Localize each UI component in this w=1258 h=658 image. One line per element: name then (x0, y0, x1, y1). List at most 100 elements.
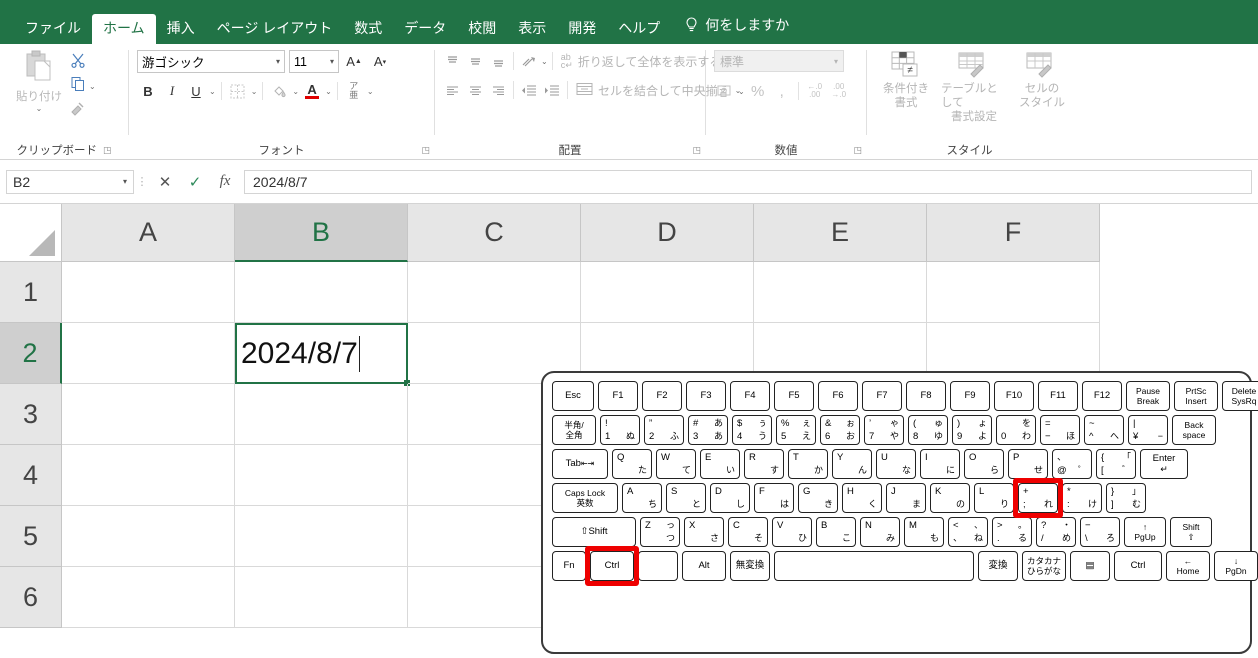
key-⇧shift[interactable]: ⇧Shift (552, 517, 636, 547)
italic-button[interactable]: I (161, 80, 183, 102)
row-header-1[interactable]: 1 (0, 262, 62, 323)
key-i-に[interactable]: Iに (920, 449, 960, 479)
key-t-か[interactable]: Tか (788, 449, 828, 479)
key-p-せ[interactable]: Pせ (1008, 449, 1048, 479)
key-0-わ[interactable]: 0をわ (996, 415, 1036, 445)
key-f9[interactable]: F9 (950, 381, 990, 411)
key-m-も[interactable]: Mも (904, 517, 944, 547)
key-&-6-お[interactable]: &6ぉお (820, 415, 860, 445)
confirm-entry-button[interactable]: ✓ (180, 170, 210, 194)
key-”-2-ふ[interactable]: ”2ふ (644, 415, 684, 445)
key-f1[interactable]: F1 (598, 381, 638, 411)
key-prtsc-insert[interactable]: PrtScInsert (1174, 381, 1218, 411)
key-d-し[interactable]: Dし (710, 483, 750, 513)
wrap-text-button[interactable]: abc↵ 折り返して全体を表示する (561, 53, 722, 70)
align-left-button[interactable] (441, 79, 463, 101)
key-#-3-あ[interactable]: #3ああ (688, 415, 728, 445)
key-?-/-め[interactable]: ?/・め (1036, 517, 1076, 547)
tab-home[interactable]: ホーム (92, 14, 156, 44)
key-w-て[interactable]: Wて (656, 449, 696, 479)
key->-.-る[interactable]: >.。る (992, 517, 1032, 547)
key-無変換[interactable]: 無変換 (730, 551, 770, 581)
key-~-^-へ[interactable]: ~^へ (1084, 415, 1124, 445)
key-変換[interactable]: 変換 (978, 551, 1018, 581)
font-name-combobox[interactable]: 游ゴシック ▾ (137, 50, 285, 73)
key-esc[interactable]: Esc (552, 381, 594, 411)
number-format-chevron-down-icon[interactable]: ▾ (834, 57, 838, 66)
align-bottom-button[interactable] (487, 50, 509, 72)
decrease-font-size-button[interactable]: A▾ (369, 51, 391, 73)
insert-function-button[interactable]: fx (210, 170, 240, 194)
key-y-ん[interactable]: Yん (832, 449, 872, 479)
tab-data[interactable]: データ (393, 14, 457, 44)
key-=-−-ほ[interactable]: =−ほ (1040, 415, 1080, 445)
cell-a4[interactable] (62, 445, 235, 506)
key-f6[interactable]: F6 (818, 381, 858, 411)
key-ctrl[interactable]: Ctrl (1114, 551, 1162, 581)
alignment-dialog-launcher[interactable]: ◳ (692, 145, 701, 156)
tell-me-box[interactable]: 何をしますか (671, 8, 799, 44)
cell-b5[interactable] (235, 506, 408, 567)
cell-b3[interactable] (235, 384, 408, 445)
key-k-の[interactable]: Kの (930, 483, 970, 513)
tab-view[interactable]: 表示 (507, 14, 557, 44)
tab-formulas[interactable]: 数式 (343, 14, 393, 44)
row-header-2[interactable]: 2 (0, 323, 62, 384)
key-’-7-や[interactable]: ’7ゃや (864, 415, 904, 445)
cell-a5[interactable] (62, 506, 235, 567)
copy-button[interactable]: ⌄ (70, 76, 96, 97)
key-|-¥-−[interactable]: |¥− (1128, 415, 1168, 445)
comma-style-button[interactable]: , (771, 80, 793, 102)
cell-a6[interactable] (62, 567, 235, 628)
underline-button[interactable]: U (185, 80, 207, 102)
key-f5[interactable]: F5 (774, 381, 814, 411)
row-header-4[interactable]: 4 (0, 445, 62, 506)
fill-color-button[interactable] (268, 80, 290, 102)
percent-style-button[interactable]: % (747, 80, 769, 102)
key-%-5-え[interactable]: %5ぇえ (776, 415, 816, 445)
key-e-い[interactable]: Eい (700, 449, 740, 479)
bold-button[interactable]: B (137, 80, 159, 102)
row-header-3[interactable]: 3 (0, 384, 62, 445)
key-f8[interactable]: F8 (906, 381, 946, 411)
orientation-button[interactable] (518, 50, 540, 72)
key-shift-⇧[interactable]: Shift⇧ (1170, 517, 1212, 547)
key-q-た[interactable]: Qた (612, 449, 652, 479)
key-blank[interactable] (638, 551, 678, 581)
column-header-d[interactable]: D (581, 204, 754, 262)
key-fn[interactable]: Fn (552, 551, 586, 581)
key-tab[interactable]: Tab⇤⇥ (552, 449, 608, 479)
key-*-:-け[interactable]: *:け (1062, 483, 1102, 513)
key-(-8-ゆ[interactable]: (8ゅゆ (908, 415, 948, 445)
cell-b1[interactable] (235, 262, 408, 323)
font-color-chevron-down-icon[interactable]: ⌄ (325, 87, 332, 96)
key-v-ひ[interactable]: Vひ (772, 517, 812, 547)
key-←-home[interactable]: ←Home (1166, 551, 1210, 581)
cell-a1[interactable] (62, 262, 235, 323)
font-name-chevron-down-icon[interactable]: ▾ (276, 57, 280, 66)
key-+-;-れ[interactable]: +;れ (1018, 483, 1058, 513)
key-n-み[interactable]: Nみ (860, 517, 900, 547)
borders-button[interactable] (227, 80, 249, 102)
cell-c1[interactable] (408, 262, 581, 323)
cancel-entry-button[interactable]: ✕ (150, 170, 180, 194)
key-)-9-よ[interactable]: )9ょよ (952, 415, 992, 445)
key-delete-sysrq[interactable]: DeleteSysRq (1222, 381, 1258, 411)
key-u-な[interactable]: Uな (876, 449, 916, 479)
key-x-さ[interactable]: Xさ (684, 517, 724, 547)
key-o-ら[interactable]: Oら (964, 449, 1004, 479)
key-−-\-ろ[interactable]: −\ろ (1080, 517, 1120, 547)
paste-chevron-down-icon[interactable]: ⌄ (36, 104, 43, 113)
tab-file[interactable]: ファイル (14, 14, 92, 44)
phonetic-chevron-down-icon[interactable]: ⌄ (367, 87, 374, 96)
key-▤[interactable]: ▤ (1070, 551, 1110, 581)
key-<-、-ね[interactable]: <、、ね (948, 517, 988, 547)
cell-f1[interactable] (927, 262, 1100, 323)
increase-indent-button[interactable] (541, 79, 563, 101)
formula-input[interactable]: 2024/8/7 (244, 170, 1252, 194)
key-blank[interactable] (774, 551, 974, 581)
cell-a2[interactable] (62, 323, 235, 384)
key-ctrl[interactable]: Ctrl (590, 551, 634, 581)
key-f11[interactable]: F11 (1038, 381, 1078, 411)
cell-a3[interactable] (62, 384, 235, 445)
